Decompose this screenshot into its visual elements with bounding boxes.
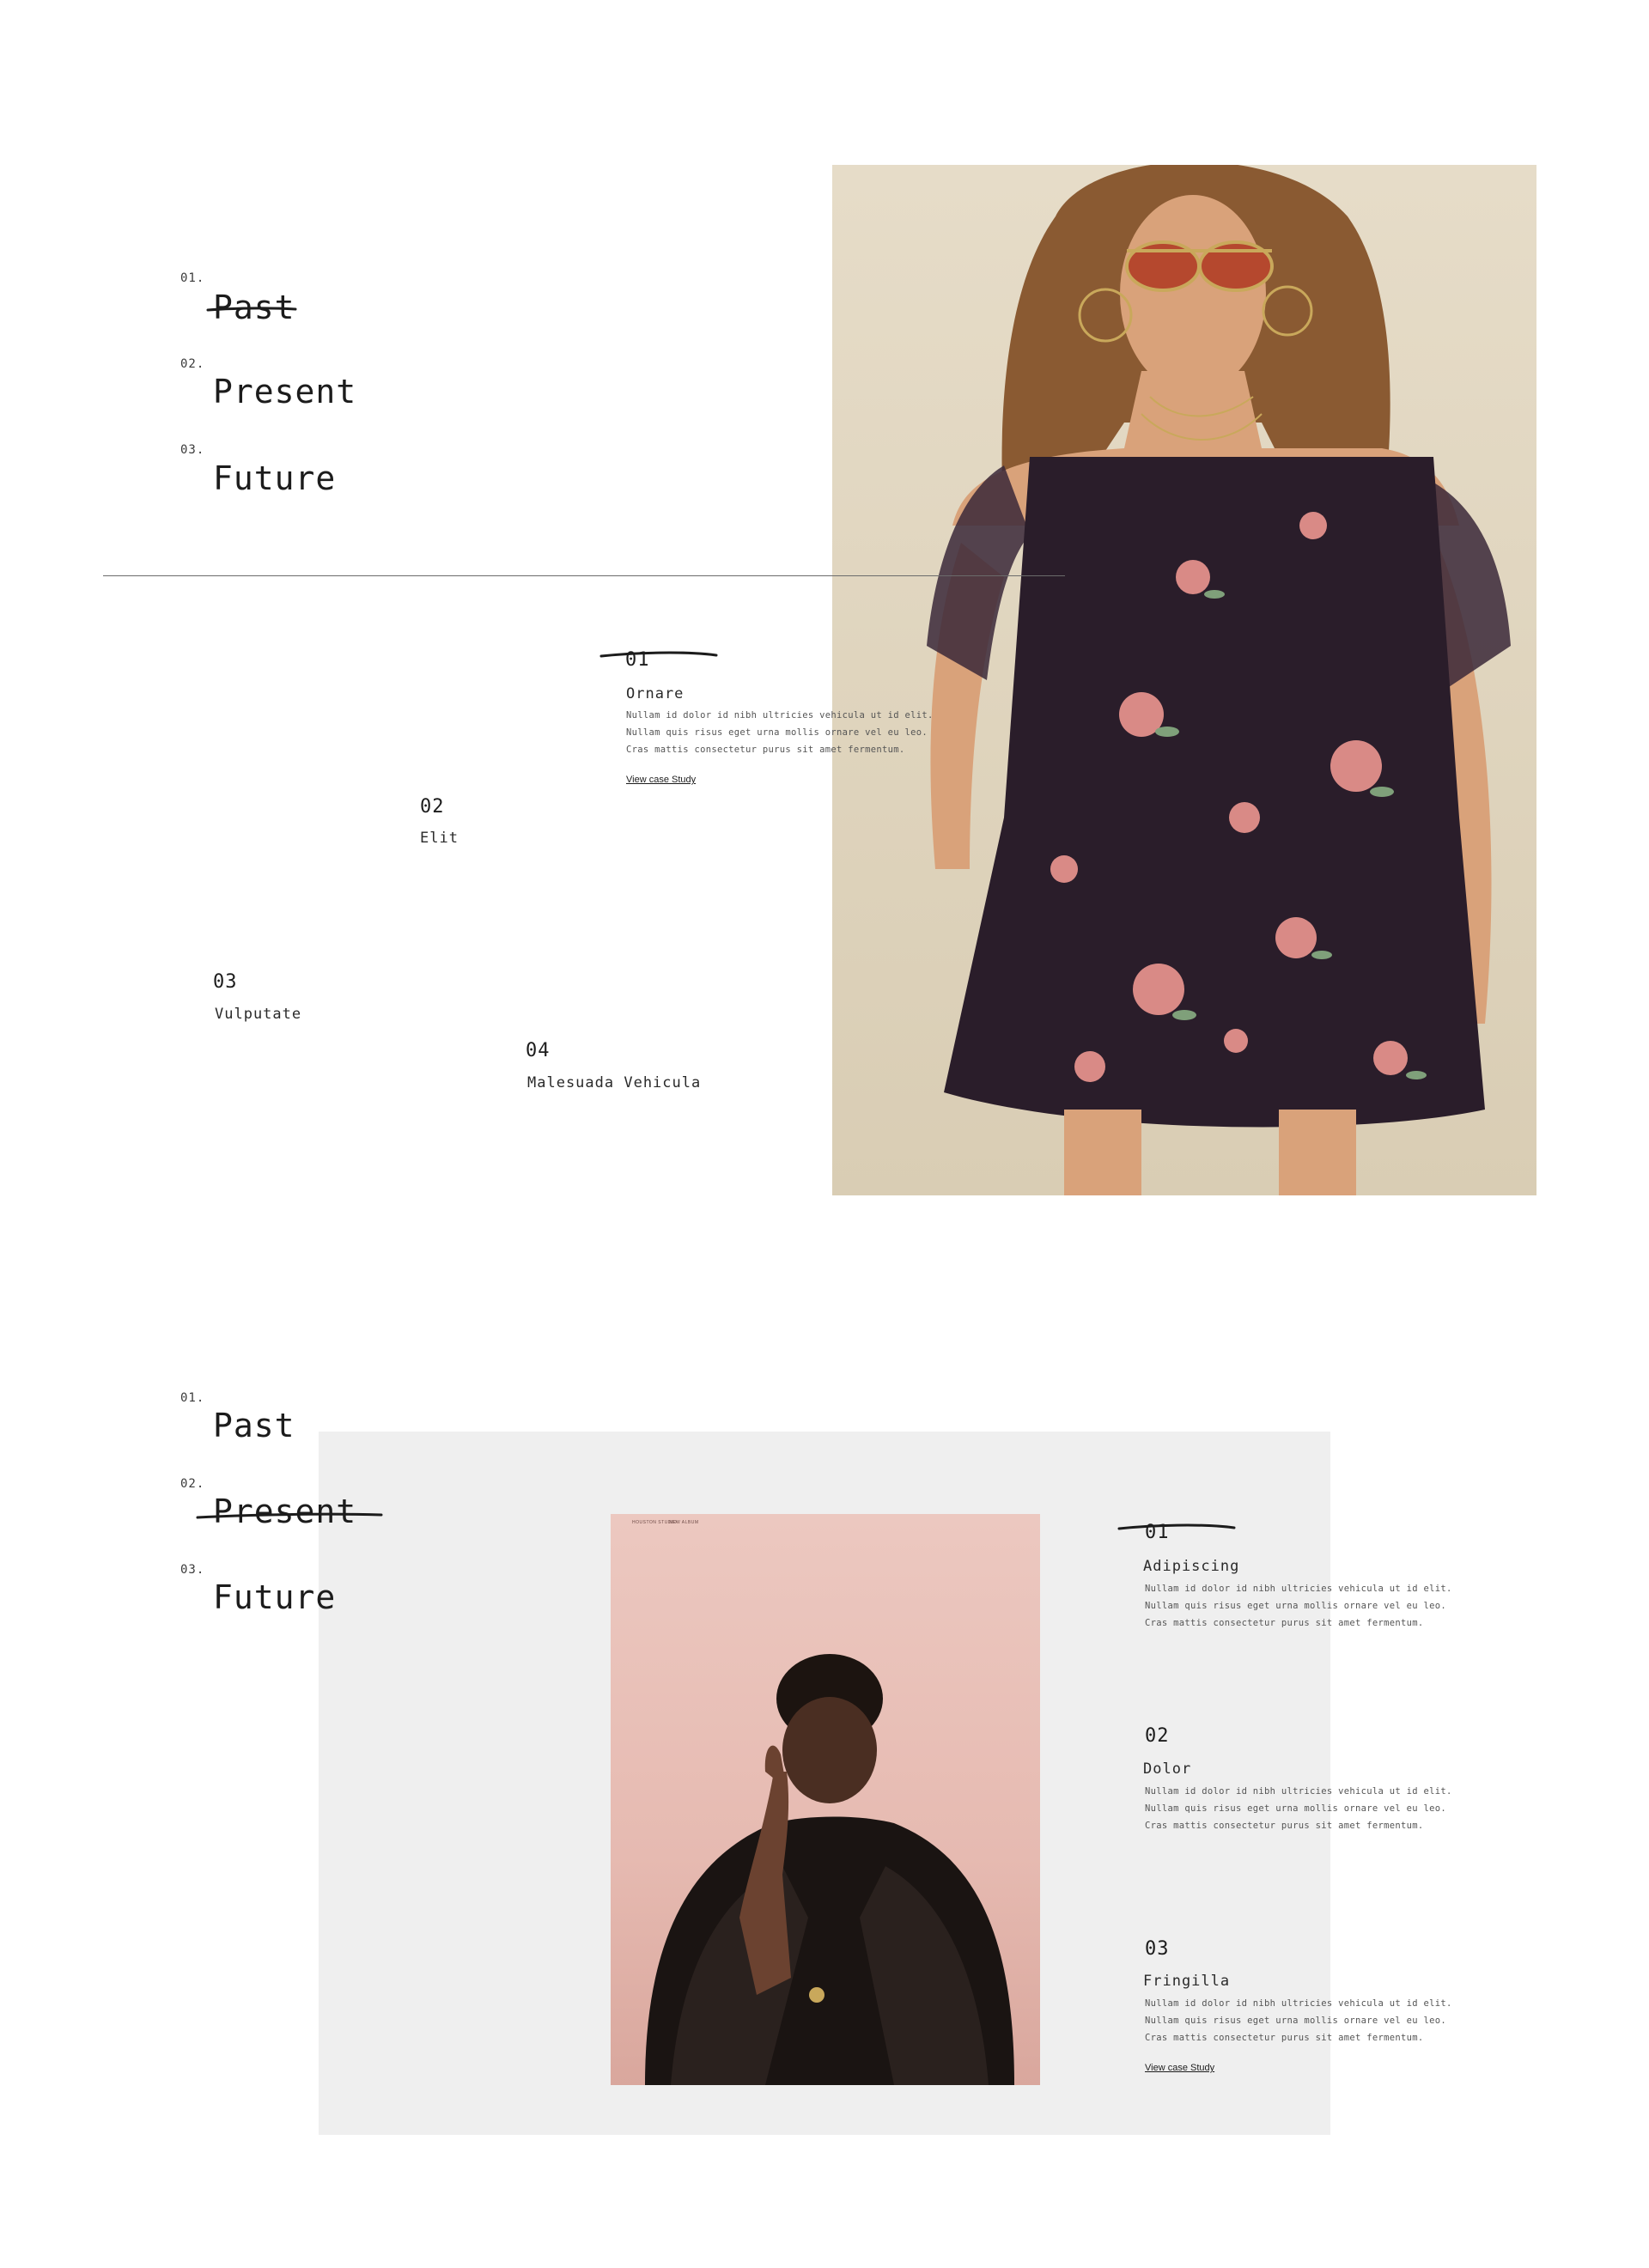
view-case-study-link[interactable]: View case Study: [626, 775, 696, 785]
item-number: 03: [213, 971, 238, 993]
nav-item-present[interactable]: Present: [196, 1493, 383, 1530]
item-body: Nullam id dolor id nibh ultricies vehicu…: [626, 707, 934, 758]
item-title: Ornare: [626, 685, 685, 702]
item-body-line: Cras mattis consectetur purus sit amet f…: [626, 745, 905, 755]
nav-item-past[interactable]: Past: [213, 1407, 295, 1444]
item-body-line: Cras mattis consectetur purus sit amet f…: [1145, 2033, 1424, 2043]
item-body-line: Nullam id dolor id nibh ultricies vehicu…: [1145, 1584, 1452, 1594]
nav-item-future[interactable]: Future: [213, 1578, 336, 1616]
item-body: Nullam id dolor id nibh ultricies vehicu…: [1145, 1580, 1452, 1632]
item-body-line: Nullam quis risus eget urna mollis ornar…: [1145, 1803, 1446, 1814]
item-body-line: Nullam id dolor id nibh ultricies vehicu…: [1145, 1786, 1452, 1797]
view-case-study-link[interactable]: View case Study: [1145, 2063, 1214, 2073]
nav-label: Past: [213, 1407, 295, 1444]
nav-number: 01.: [180, 1391, 205, 1405]
nav-label: Future: [213, 1578, 337, 1616]
nav-item-future[interactable]: Future: [213, 459, 336, 497]
timeline-item-02[interactable]: Dolor: [1143, 1760, 1191, 1778]
item-body-line: Nullam quis risus eget urna mollis ornar…: [1145, 1601, 1446, 1611]
timeline-item-01: 01: [1117, 1522, 1236, 1543]
item-number: 03: [1145, 1938, 1170, 1960]
item-number: 02: [420, 796, 445, 818]
item-number: 04: [526, 1040, 551, 1061]
item-body: Nullam id dolor id nibh ultricies vehicu…: [1145, 1783, 1452, 1834]
strikethrough-scribble: [1117, 1523, 1236, 1530]
item-body: Nullam id dolor id nibh ultricies vehicu…: [1145, 1995, 1452, 2046]
timeline-item-02[interactable]: Elit: [420, 830, 459, 847]
timeline-item-04[interactable]: Malesuada Vehicula: [527, 1074, 701, 1091]
item-body-line: Nullam id dolor id nibh ultricies vehicu…: [626, 710, 934, 721]
item-number: 02: [1145, 1725, 1170, 1747]
photo-caption: NEW ALBUM: [669, 1520, 699, 1525]
model-illustration: [927, 165, 1511, 1195]
item-body-line: Nullam quis risus eget urna mollis ornar…: [626, 727, 928, 738]
strikethrough-scribble: [206, 307, 297, 312]
portrait-illustration: [645, 1654, 1014, 2085]
nav-number: 02.: [180, 1477, 205, 1491]
nav-item-present[interactable]: Present: [213, 373, 356, 410]
item-body-line: Nullam id dolor id nibh ultricies vehicu…: [1145, 1998, 1452, 2009]
item-title: Adipiscing: [1143, 1558, 1240, 1575]
nav-number: 03.: [180, 443, 205, 457]
nav-number: 01.: [180, 271, 205, 285]
nav-item-past[interactable]: Past: [206, 289, 297, 326]
timeline-item-01: 01: [599, 649, 718, 671]
portrait-photo: HOUSTON STUDIO NEW ALBUM: [611, 1514, 1040, 2085]
nav-number: 02.: [180, 357, 205, 371]
item-body-line: Cras mattis consectetur purus sit amet f…: [1145, 1821, 1424, 1831]
strikethrough-scribble: [196, 1512, 383, 1519]
timeline-item-03[interactable]: Fringilla: [1143, 1973, 1230, 1990]
nav-number: 03.: [180, 1563, 205, 1577]
nav-label: Future: [213, 459, 337, 497]
timeline-item-03[interactable]: Vulputate: [215, 1006, 301, 1023]
item-body-line: Nullam quis risus eget urna mollis ornar…: [1145, 2016, 1446, 2026]
strikethrough-scribble: [599, 651, 718, 658]
section-divider: [103, 575, 1065, 576]
fashion-photo: [832, 165, 1536, 1195]
item-body-line: Cras mattis consectetur purus sit amet f…: [1145, 1618, 1424, 1628]
nav-label: Present: [213, 373, 357, 410]
